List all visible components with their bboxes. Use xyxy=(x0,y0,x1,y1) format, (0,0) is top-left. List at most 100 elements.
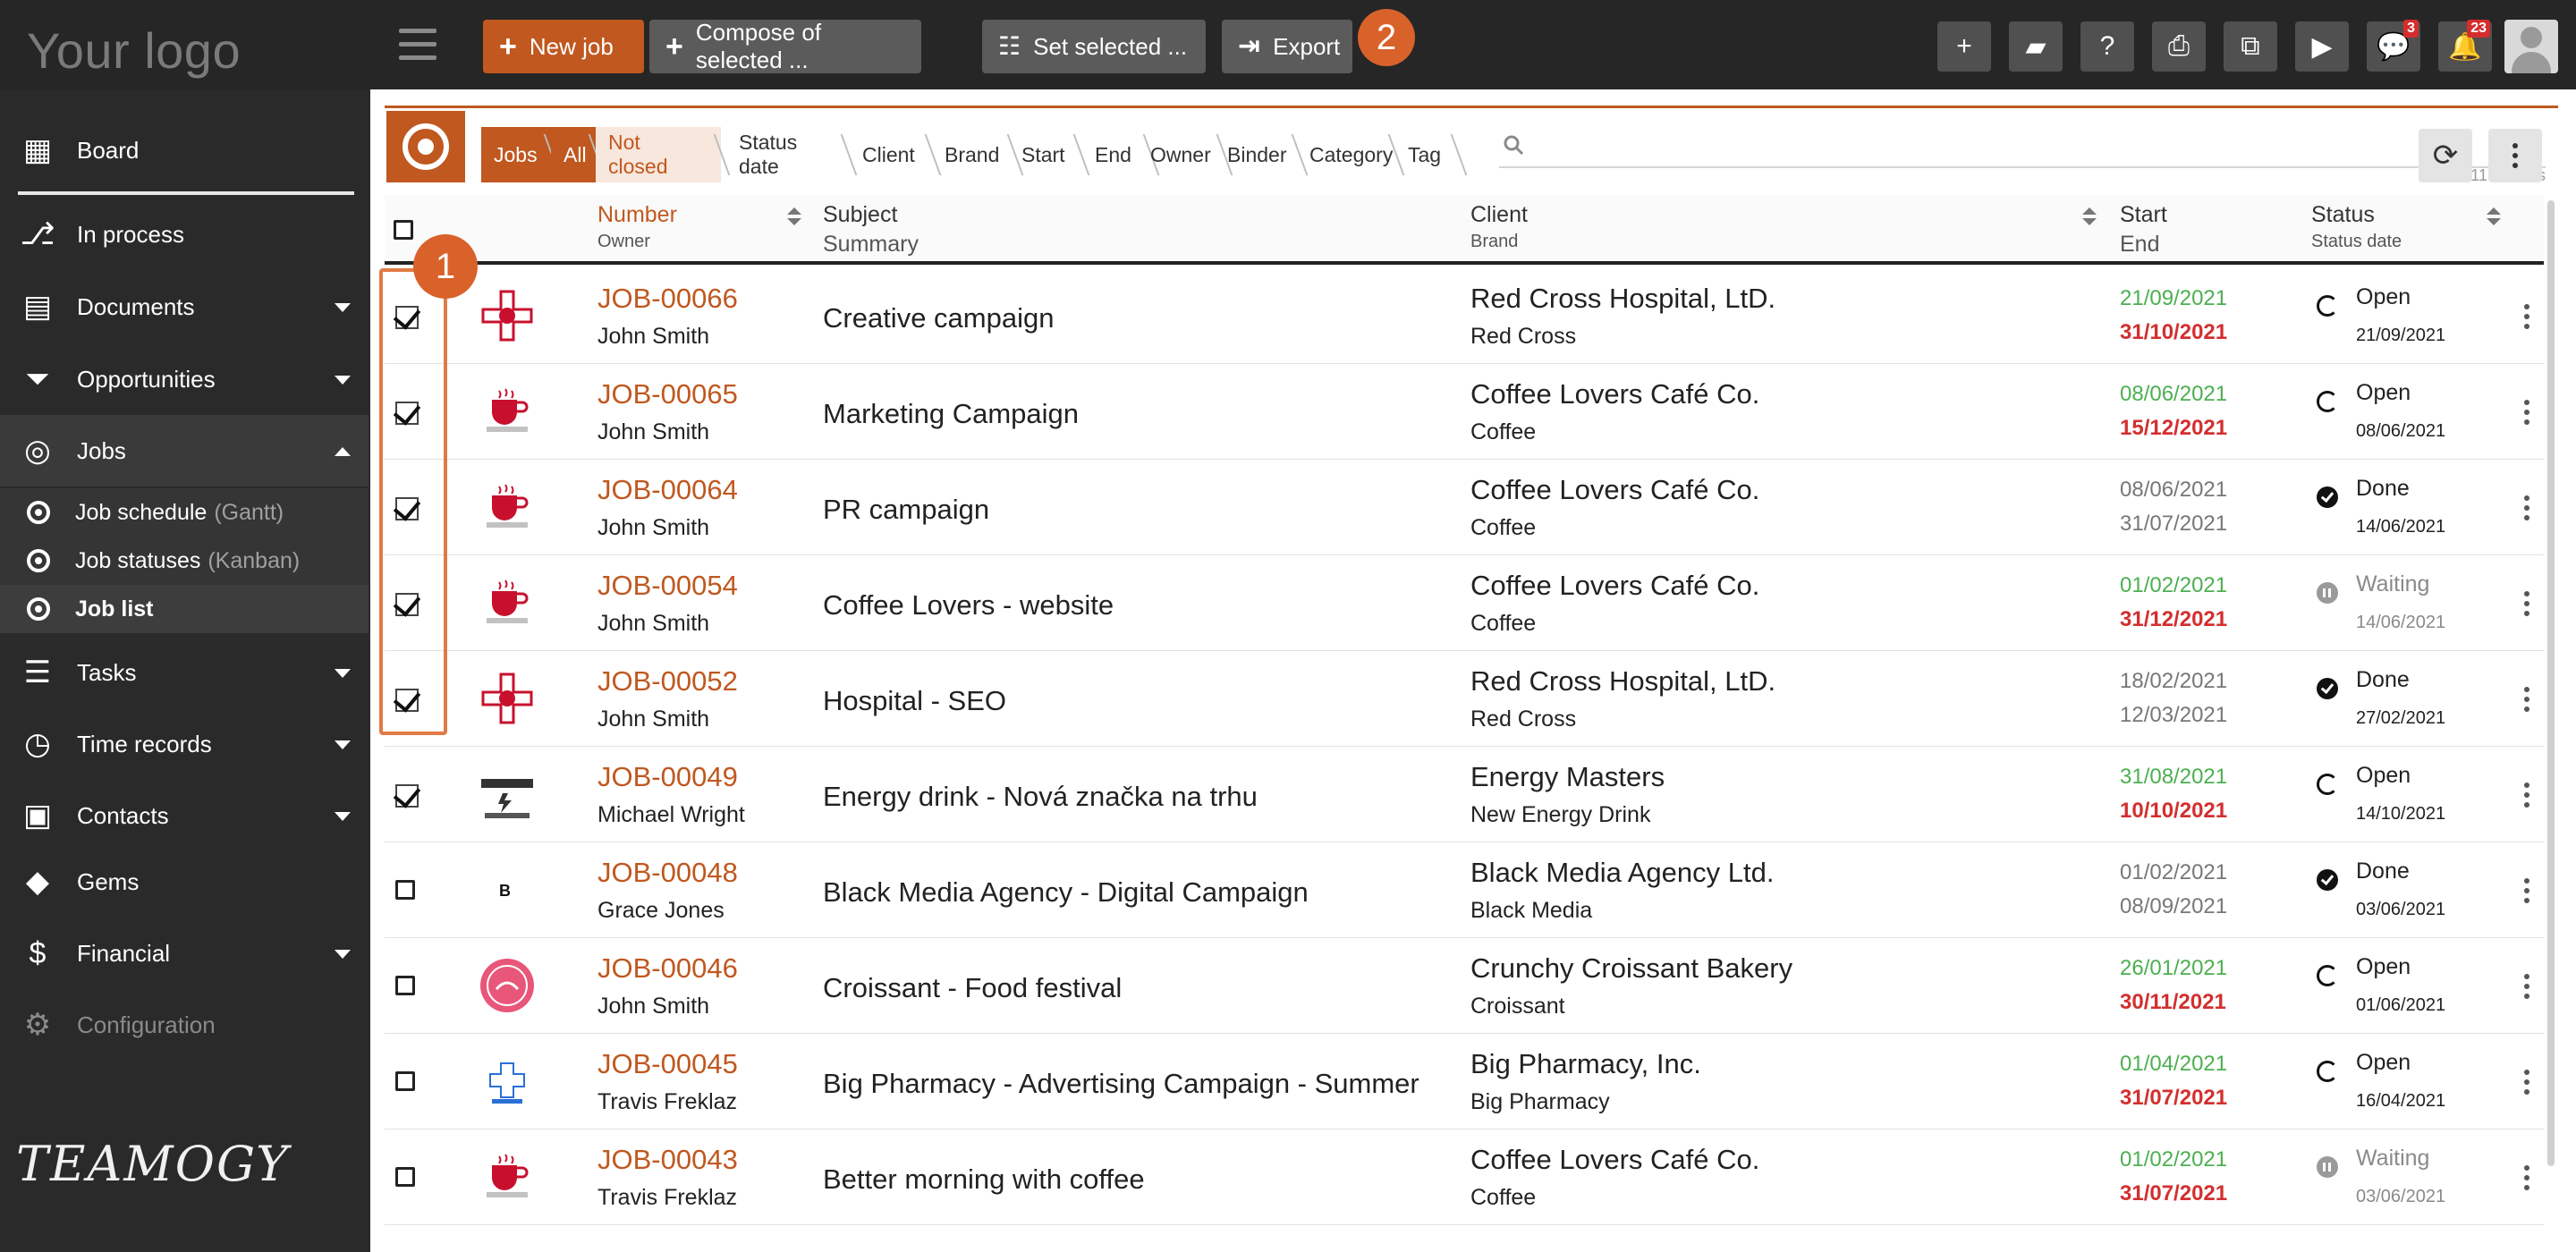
table-row[interactable]: JOB-00064 John Smith PR campaign Coffee Lov… xyxy=(385,460,2544,555)
status-badge[interactable]: Open xyxy=(2356,380,2411,406)
set-selected-button[interactable]: ☷ Set selected ... xyxy=(982,20,1206,73)
row-checkbox[interactable] xyxy=(395,1167,415,1187)
client-name[interactable]: Red Cross Hospital, LtD. xyxy=(1470,283,1775,315)
sort-icon[interactable] xyxy=(2082,207,2097,225)
filter-category[interactable]: Category xyxy=(1297,127,1405,182)
job-subject[interactable]: PR campaign xyxy=(823,494,1467,526)
row-more-icon[interactable] xyxy=(2524,495,2531,520)
new-job-button[interactable]: + New job xyxy=(483,20,644,73)
chat-icon[interactable]: 💬 3 xyxy=(2367,20,2420,72)
client-name[interactable]: Red Cross Hospital, LtD. xyxy=(1470,665,1775,698)
status-badge[interactable]: Done xyxy=(2356,667,2410,693)
status-badge[interactable]: Done xyxy=(2356,476,2410,502)
refresh-icon[interactable]: ⟳ xyxy=(2419,129,2472,182)
filter-not-closed[interactable]: Not closed xyxy=(596,127,731,182)
status-badge[interactable]: Done xyxy=(2356,859,2410,884)
scrollbar[interactable] xyxy=(2547,200,2555,1166)
row-more-icon[interactable] xyxy=(2524,782,2531,808)
filter-jobs[interactable]: Jobs xyxy=(481,127,561,182)
col-client[interactable]: Client Brand xyxy=(1470,202,1528,252)
job-subject[interactable]: Energy drink - Nová značka na trhu xyxy=(823,781,1467,813)
job-subject[interactable]: Black Media Agency - Digital Campaign xyxy=(823,876,1467,909)
bell-icon[interactable]: 🔔 23 xyxy=(2438,20,2492,72)
filter-client[interactable]: Client xyxy=(850,127,942,182)
status-badge[interactable]: Open xyxy=(2356,284,2411,310)
avatar[interactable] xyxy=(2504,20,2558,73)
job-number-link[interactable]: JOB-00064 xyxy=(597,474,738,506)
job-number-link[interactable]: JOB-00048 xyxy=(597,857,738,889)
sidebar-item-gems[interactable]: ◆ Gems xyxy=(0,846,369,918)
export-button[interactable]: ⇥ Export xyxy=(1222,20,1352,73)
table-row[interactable]: B JOB-00048 Grace Jones Black Media Agency … xyxy=(385,842,2544,938)
sidebar-item-in-process[interactable]: ⎇ In process xyxy=(0,199,369,270)
row-checkbox[interactable] xyxy=(395,781,422,808)
sidebar-item-contacts[interactable]: ▣ Contacts xyxy=(0,780,369,851)
job-subject[interactable]: Croissant - Food festival xyxy=(823,972,1467,1004)
job-subject[interactable]: Creative campaign xyxy=(823,302,1467,334)
filter-status-date[interactable]: Status date xyxy=(726,127,858,182)
sidebar-item-financial[interactable]: $ Financial xyxy=(0,918,369,989)
job-number-link[interactable]: JOB-00052 xyxy=(597,665,738,698)
table-row[interactable]: JOB-00046 John Smith Croissant - Food fest… xyxy=(385,938,2544,1034)
job-number-link[interactable]: JOB-00054 xyxy=(597,570,738,602)
job-number-link[interactable]: JOB-00066 xyxy=(597,283,738,315)
client-name[interactable]: Black Media Agency Ltd. xyxy=(1470,857,1774,889)
row-more-icon[interactable] xyxy=(2524,687,2531,712)
row-more-icon[interactable] xyxy=(2524,591,2531,616)
client-name[interactable]: Big Pharmacy, Inc. xyxy=(1470,1048,1701,1080)
client-name[interactable]: Crunchy Croissant Bakery xyxy=(1470,952,1792,985)
sidebar-item-jobs[interactable]: ◎ Jobs xyxy=(0,415,369,486)
filter-all[interactable]: All xyxy=(551,127,606,182)
client-name[interactable]: Coffee Lovers Café Co. xyxy=(1470,474,1759,506)
filter-owner[interactable]: Owner xyxy=(1138,127,1233,182)
sidebar-item-time-records[interactable]: ◷ Time records xyxy=(0,708,369,780)
table-row[interactable]: JOB-00066 John Smith Creative campaign Red … xyxy=(385,268,2544,364)
print-icon[interactable]: ⎙ xyxy=(2152,21,2206,72)
row-more-icon[interactable] xyxy=(2524,304,2531,329)
status-badge[interactable]: Open xyxy=(2356,954,2411,980)
row-more-icon[interactable] xyxy=(2524,878,2531,903)
job-number-link[interactable]: JOB-00065 xyxy=(597,378,738,410)
col-subject[interactable]: Subject Summary xyxy=(823,202,919,258)
job-number-link[interactable]: JOB-00043 xyxy=(597,1144,738,1176)
sidebar-subitem-job-statuses[interactable]: Job statuses (Kanban) xyxy=(0,537,369,585)
job-subject[interactable]: Hospital - SEO xyxy=(823,685,1467,717)
sidebar-item-configuration[interactable]: ⚙ Configuration xyxy=(0,989,369,1061)
sidebar-subitem-job-schedule[interactable]: Job schedule (Gantt) xyxy=(0,488,369,537)
client-name[interactable]: Coffee Lovers Café Co. xyxy=(1470,1144,1759,1176)
sidebar-item-tasks[interactable]: ☰ Tasks xyxy=(0,637,369,708)
sidebar-item-opportunities[interactable]: ⏷ Opportunities xyxy=(0,343,369,415)
filter-brand[interactable]: Brand xyxy=(932,127,1024,182)
job-number-link[interactable]: JOB-00049 xyxy=(597,761,738,793)
row-checkbox[interactable] xyxy=(395,880,415,900)
table-row[interactable]: JOB-00052 John Smith Hospital - SEO Red Cro… xyxy=(385,651,2544,747)
status-badge[interactable]: Open xyxy=(2356,1050,2411,1076)
table-row[interactable]: JOB-00054 John Smith Coffee Lovers - websi… xyxy=(385,555,2544,651)
job-subject[interactable]: Better morning with coffee xyxy=(823,1163,1467,1196)
job-number-link[interactable]: JOB-00045 xyxy=(597,1048,738,1080)
col-start-end[interactable]: Start End xyxy=(2120,202,2167,258)
client-name[interactable]: Energy Masters xyxy=(1470,761,1665,793)
row-more-icon[interactable] xyxy=(2524,1165,2531,1190)
status-badge[interactable]: Open xyxy=(2356,763,2411,789)
table-row[interactable]: JOB-00049 Michael Wright Energy drink - No… xyxy=(385,747,2544,842)
sidebar-subitem-job-list[interactable]: Job list xyxy=(0,585,369,633)
sidebar-item-board[interactable]: ▦ Board xyxy=(0,114,369,186)
job-subject[interactable]: Big Pharmacy - Advertising Campaign - Su… xyxy=(823,1068,1467,1100)
menu-toggle-icon[interactable] xyxy=(399,29,436,61)
col-status[interactable]: Status Status date xyxy=(2311,202,2402,252)
col-number[interactable]: Number Owner xyxy=(597,202,677,252)
help-icon[interactable]: ? xyxy=(2080,21,2134,72)
search-input[interactable] xyxy=(1499,132,2546,168)
filter-tag[interactable]: Tag xyxy=(1395,127,1468,182)
sort-icon[interactable] xyxy=(787,207,801,225)
add-icon[interactable]: + xyxy=(1937,21,1991,72)
filter-binder[interactable]: Binder xyxy=(1215,127,1309,182)
row-checkbox[interactable] xyxy=(395,1071,415,1091)
row-more-icon[interactable] xyxy=(2524,1070,2531,1095)
table-row[interactable]: JOB-00045 Travis Freklaz Big Pharmacy - Ad… xyxy=(385,1034,2544,1129)
sort-icon[interactable] xyxy=(2487,207,2501,225)
job-subject[interactable]: Marketing Campaign xyxy=(823,398,1467,430)
sitemap-icon[interactable]: ⧉ xyxy=(2224,21,2277,72)
status-badge[interactable]: Waiting xyxy=(2356,571,2429,597)
